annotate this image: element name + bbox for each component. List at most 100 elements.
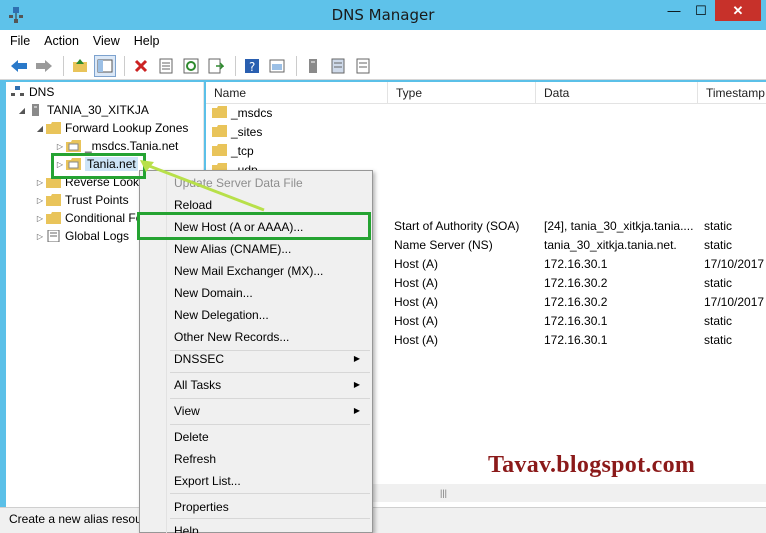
- server-icon: [32, 104, 39, 116]
- minimize-button[interactable]: —: [661, 0, 687, 21]
- menu-item-new-delegation[interactable]: New Delegation...: [174, 305, 370, 325]
- folder-icon: [212, 144, 227, 156]
- delete-icon[interactable]: [130, 55, 152, 77]
- record-type: Host (A): [394, 257, 439, 271]
- tree-item-global-logs[interactable]: ▷ Global Logs: [34, 227, 129, 245]
- list-view-icon[interactable]: [352, 55, 374, 77]
- folder-icon: [46, 122, 61, 134]
- menu-help[interactable]: Help: [134, 34, 160, 48]
- menu-item-export-list[interactable]: Export List...: [174, 471, 370, 491]
- tree-label-server: TANIA_30_XITKJA: [47, 103, 149, 117]
- folder-icon: [46, 212, 61, 224]
- pointer-arrow-icon: [140, 160, 265, 212]
- record-type: Name Server (NS): [394, 238, 493, 252]
- record-type: Host (A): [394, 276, 439, 290]
- up-folder-icon[interactable]: [69, 55, 91, 77]
- list-item-folder[interactable]: _sites: [212, 123, 262, 142]
- folder-name: _msdcs: [231, 106, 273, 120]
- folder-icon: [212, 125, 227, 137]
- forward-icon[interactable]: [33, 55, 55, 77]
- record-type: Start of Authority (SOA): [394, 219, 520, 233]
- menu-item-new-domain[interactable]: New Domain...: [174, 283, 370, 303]
- log-icon: [47, 230, 60, 242]
- folder-icon: [212, 106, 227, 118]
- help-icon[interactable]: ?: [241, 55, 263, 77]
- column-header-data[interactable]: Data: [536, 82, 698, 104]
- record-data: tania_30_xitkja.tania.net.: [544, 238, 677, 252]
- menu-item-all-tasks-label: All Tasks: [174, 378, 222, 392]
- expand-icon[interactable]: ▷: [54, 142, 66, 151]
- expand-icon[interactable]: ▷: [34, 232, 46, 241]
- menu-item-help[interactable]: Help: [174, 521, 370, 533]
- record-timestamp: static: [704, 238, 733, 252]
- tree-label-trust: Trust Points: [65, 193, 129, 207]
- properties-icon[interactable]: [155, 55, 177, 77]
- refresh-icon[interactable]: [180, 55, 202, 77]
- column-header-type[interactable]: Type: [388, 82, 536, 104]
- submenu-arrow-icon: ▶: [353, 406, 360, 415]
- expand-icon[interactable]: ▷: [34, 178, 46, 187]
- tree-item-trust-points[interactable]: ▷ Trust Points: [34, 191, 129, 209]
- tree-item-forward-zones[interactable]: ◢ Forward Lookup Zones: [34, 119, 188, 137]
- expand-icon[interactable]: ▷: [34, 196, 46, 205]
- server-icon[interactable]: [302, 55, 324, 77]
- record-data: 172.16.30.2: [544, 276, 608, 290]
- close-button[interactable]: ✕: [715, 0, 761, 21]
- column-header-timestamp[interactable]: Timestamp: [698, 82, 766, 104]
- record-data: [24], tania_30_xitkja.tania....: [544, 219, 694, 233]
- status-bar: Create a new alias resource record.: [0, 507, 766, 533]
- tree-label-dns: DNS: [29, 85, 55, 99]
- menu-item-delete[interactable]: Delete: [174, 427, 370, 447]
- console-tree-icon[interactable]: [94, 54, 116, 77]
- record-data: 172.16.30.1: [544, 257, 608, 271]
- maximize-button[interactable]: ☐: [688, 0, 714, 21]
- menu-file[interactable]: File: [10, 34, 30, 48]
- window-title: DNS Manager: [331, 6, 435, 24]
- menu-item-new-mail-exchanger[interactable]: New Mail Exchanger (MX)...: [174, 261, 370, 281]
- watermark: Tavav.blogspot.com: [488, 452, 696, 478]
- export-list-icon[interactable]: [205, 55, 227, 77]
- list-item-folder[interactable]: _msdcs: [212, 104, 272, 123]
- expand-icon[interactable]: ▷: [34, 214, 46, 223]
- collapse-icon[interactable]: ◢: [16, 106, 28, 115]
- tree-item-server[interactable]: ◢ TANIA_30_XITKJA: [16, 101, 149, 119]
- column-header-name[interactable]: Name: [206, 82, 388, 104]
- menu-item-dnssec[interactable]: DNSSEC ▶: [174, 349, 370, 369]
- menu-item-properties[interactable]: Properties: [174, 497, 370, 517]
- dns-icon: [11, 86, 24, 96]
- collapse-icon[interactable]: ◢: [34, 124, 46, 133]
- record-timestamp: 17/10/2017: [704, 257, 765, 271]
- svg-text:?: ?: [249, 60, 255, 74]
- menu-view[interactable]: View: [93, 34, 120, 48]
- records-icon[interactable]: [327, 55, 349, 77]
- folder-icon: [46, 194, 61, 206]
- zone-icon: [66, 140, 81, 152]
- menu-item-other-new-records[interactable]: Other New Records...: [174, 327, 370, 347]
- record-data: 172.16.30.1: [544, 314, 608, 328]
- record-timestamp: static: [704, 219, 733, 233]
- record-timestamp: static: [704, 333, 733, 347]
- menu-item-new-alias[interactable]: New Alias (CNAME)...: [174, 239, 370, 259]
- record-timestamp: 17/10/2017: [704, 295, 765, 309]
- submenu-arrow-icon: ▶: [353, 380, 360, 389]
- record-type: Host (A): [394, 333, 439, 347]
- tree-label-msdcs: _msdcs.Tania.net: [85, 139, 179, 153]
- menu-item-refresh[interactable]: Refresh: [174, 449, 370, 469]
- menu-action[interactable]: Action: [44, 34, 79, 48]
- folder-name: _sites: [231, 125, 263, 139]
- record-data: 172.16.30.2: [544, 295, 608, 309]
- show-hide-icon[interactable]: [266, 55, 288, 77]
- tree-label-forward: Forward Lookup Zones: [65, 121, 189, 135]
- tree-item-dns[interactable]: DNS: [10, 83, 54, 101]
- record-data: 172.16.30.1: [544, 333, 608, 347]
- menu-item-view[interactable]: View ▶: [174, 401, 370, 421]
- menu-item-view-label: View: [174, 404, 200, 418]
- scroll-grip-icon[interactable]: |||: [440, 488, 447, 498]
- zone-highlight-box: [51, 153, 146, 179]
- record-type: Host (A): [394, 295, 439, 309]
- title-bar: DNS Manager — ☐ ✕: [0, 0, 766, 30]
- menu-item-all-tasks[interactable]: All Tasks ▶: [174, 375, 370, 395]
- back-icon[interactable]: [8, 55, 30, 77]
- record-type: Host (A): [394, 314, 439, 328]
- horizontal-scrollbar[interactable]: |||: [372, 484, 766, 502]
